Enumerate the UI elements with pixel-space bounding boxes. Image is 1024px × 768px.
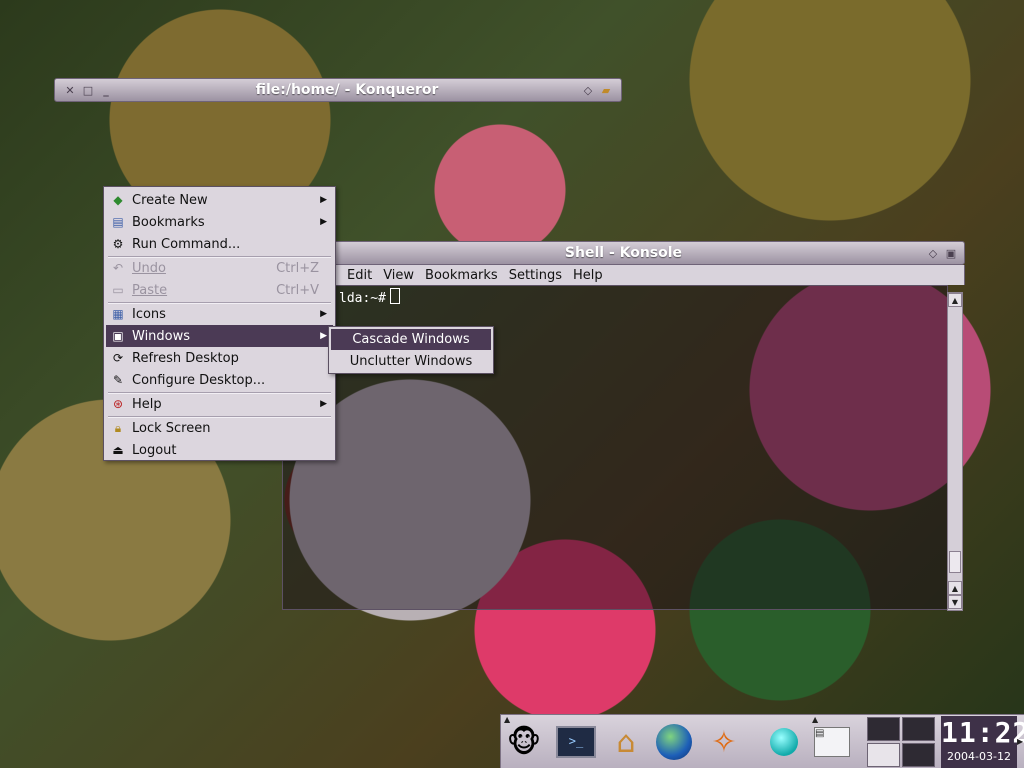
submenu-arrow-icon: ▶ [320, 309, 327, 319]
refresh-desktop-icon: ⟳ [112, 351, 124, 365]
menu-item-paste[interactable]: ▭ Paste Ctrl+V [106, 279, 333, 301]
submenu-item-cascade-windows[interactable]: Cascade Windows [331, 329, 491, 350]
pager-desktop-3[interactable] [867, 743, 900, 767]
menu-edit[interactable]: Edit [347, 268, 372, 283]
submenu-arrow-icon: ▶ [320, 331, 327, 341]
konsole-window-title: Shell - Konsole [564, 245, 683, 261]
folder-icon[interactable]: ▰ [597, 81, 615, 99]
menu-item-run-command[interactable]: ⚙ Run Command... [106, 233, 333, 255]
configure-desktop-icon: ✎ [112, 373, 124, 387]
konsole-window: Shell - Konsole ◇ ▣ Edit View Bookmarks … [282, 241, 965, 612]
sticky-icon[interactable]: ◇ [579, 81, 597, 99]
windows-submenu: Cascade Windows Unclutter Windows [328, 326, 494, 374]
menu-item-bookmarks[interactable]: ▤ Bookmarks ▶ [106, 211, 333, 233]
help-icon: ⊛ [112, 397, 124, 411]
icons-icon: ▦ [112, 307, 124, 321]
panel-applet-launcher[interactable] [763, 721, 805, 763]
bookmarks-icon: ▤ [112, 215, 124, 229]
menu-item-logout[interactable]: ⏏ Logout [106, 439, 333, 461]
kde-menu-button[interactable]: 🐵 [503, 721, 545, 763]
menu-help[interactable]: Help [573, 268, 603, 283]
terminal-icon: >_ [556, 726, 596, 758]
desktop-context-menu: ◆ Create New ▶ ▤ Bookmarks ▶ ⚙ Run Comma… [103, 186, 336, 461]
desktop-pager [867, 717, 935, 767]
office-launcher[interactable]: ✧ [703, 721, 745, 763]
konsole-titlebar[interactable]: Shell - Konsole ◇ ▣ [282, 241, 965, 265]
terminal-scrollbar[interactable]: ▲ ▲ ▼ [947, 292, 963, 611]
menu-bookmarks[interactable]: Bookmarks [425, 268, 498, 283]
lock-icon: 🔒︎ [114, 420, 122, 435]
submenu-arrow-icon: ▶ [320, 217, 327, 227]
menu-item-create-new[interactable]: ◆ Create New ▶ [106, 189, 333, 211]
pager-desktop-1[interactable] [867, 717, 900, 741]
run-command-icon: ⚙ [112, 237, 124, 251]
submenu-item-unclutter-windows[interactable]: Unclutter Windows [331, 351, 491, 372]
sticky-icon[interactable]: ◇ [924, 244, 942, 262]
paste-icon: ▭ [112, 283, 124, 297]
window-list-button[interactable]: ▤ [811, 721, 853, 763]
menu-item-icons[interactable]: ▦ Icons ▶ [106, 303, 333, 325]
terminal-prompt: lda:~# [339, 291, 386, 306]
menu-item-configure-desktop[interactable]: ✎ Configure Desktop... [106, 369, 333, 391]
clock-date: 2004-03-12 [947, 750, 1011, 763]
web-browser-launcher[interactable] [653, 721, 695, 763]
circle-icon [770, 728, 798, 756]
scroll-down-icon[interactable]: ▼ [948, 595, 962, 609]
submenu-arrow-icon: ▶ [320, 195, 327, 205]
windows-icon: ▣ [112, 329, 124, 343]
terminal-cursor [389, 288, 400, 304]
konsole-launcher[interactable]: >_ [555, 721, 597, 763]
window-list-icon: ▤ [814, 727, 850, 757]
pager-desktop-4[interactable] [902, 743, 935, 767]
panel-hide-arrow-icon[interactable]: ▶ [1017, 737, 1023, 746]
kde-panel: ▲ 🐵 >_ ⌂ ✧ ▲ ▤ 11:22 2004-03-12 ▶ [500, 714, 1024, 768]
globe-icon [656, 724, 692, 760]
logout-icon: ⏏ [112, 443, 124, 457]
create-new-icon: ◆ [113, 193, 123, 207]
konsole-app-icon[interactable]: ▣ [942, 244, 960, 262]
scroll-up-icon[interactable]: ▲ [948, 293, 962, 307]
menu-item-lock-screen[interactable]: 🔒︎ Lock Screen [106, 417, 333, 439]
submenu-arrow-icon: ▶ [320, 399, 327, 409]
pager-desktop-2[interactable] [902, 717, 935, 741]
close-icon[interactable]: ✕ [61, 81, 79, 99]
undo-icon: ↶ [112, 261, 124, 275]
mascot-icon: 🐵 [506, 724, 542, 760]
menu-settings[interactable]: Settings [509, 268, 562, 283]
konsole-menubar: Edit View Bookmarks Settings Help [282, 265, 965, 285]
menu-item-help[interactable]: ⊛ Help ▶ [106, 393, 333, 415]
menu-item-refresh-desktop[interactable]: ⟳ Refresh Desktop [106, 347, 333, 369]
office-suite-icon: ✧ [711, 724, 737, 760]
scroll-up-icon[interactable]: ▲ [948, 581, 962, 595]
clock[interactable]: 11:22 2004-03-12 [941, 716, 1024, 768]
scrollbar-thumb[interactable] [949, 551, 961, 573]
clock-time: 11:22 [941, 716, 1024, 749]
menu-item-undo[interactable]: ↶ Undo Ctrl+Z [106, 257, 333, 279]
konqueror-titlebar[interactable]: ✕ □ _ file:/home/ - Konqueror ◇ ▰ [54, 78, 622, 102]
terminal-prompt-line: lda:~# [339, 288, 400, 306]
maximize-icon[interactable]: □ [79, 81, 97, 99]
home-folder-launcher[interactable]: ⌂ [605, 721, 647, 763]
minimize-icon[interactable]: _ [97, 81, 115, 99]
home-folder-icon: ⌂ [616, 724, 636, 760]
menu-view[interactable]: View [383, 268, 414, 283]
konqueror-window-title: file:/home/ - Konqueror [255, 82, 439, 98]
menu-item-windows[interactable]: ▣ Windows ▶ [106, 325, 333, 347]
